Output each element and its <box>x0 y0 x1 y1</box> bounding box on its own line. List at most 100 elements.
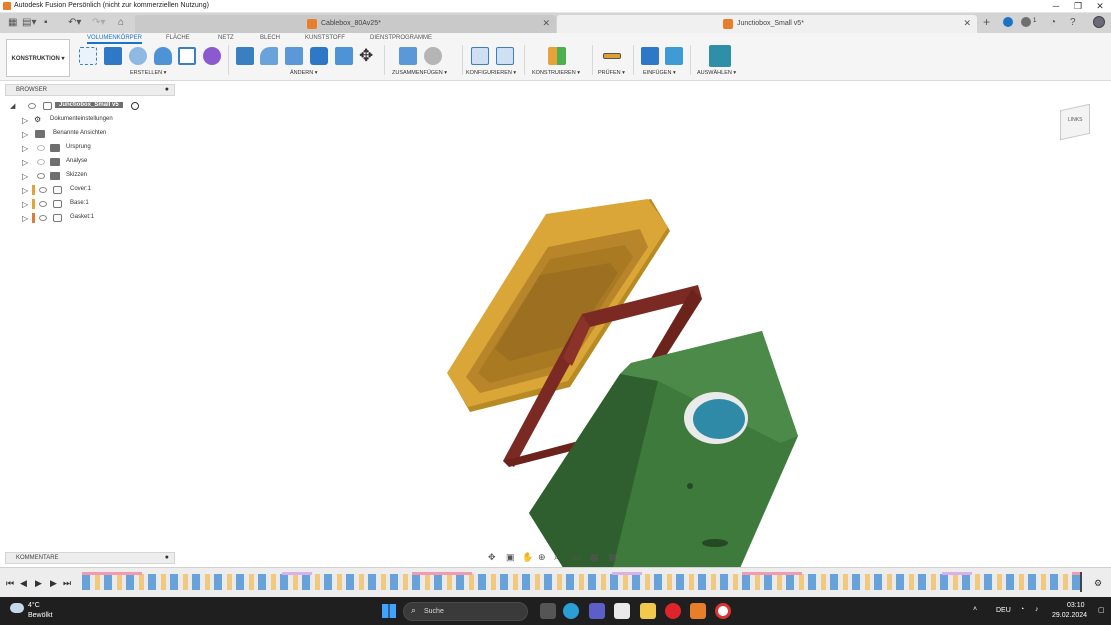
expand-triangle-icon[interactable]: ▷ <box>22 116 28 125</box>
maximize-button[interactable]: ❐ <box>1067 0 1089 13</box>
tab-dienstprogramme[interactable]: DIENSTPROGRAMME <box>370 35 432 41</box>
tab-cablebox[interactable]: Cablebox_80Av25* ✕ <box>135 15 556 33</box>
shell-icon[interactable] <box>310 47 328 65</box>
teams-icon[interactable] <box>589 603 605 619</box>
home-icon[interactable]: ⌂ <box>118 17 124 28</box>
browser-panel-header[interactable]: BROWSER ● <box>5 84 175 96</box>
group-auswaehlen[interactable]: AUSWÄHLEN ▾ <box>697 70 736 76</box>
clock-date[interactable]: 29.02.2024 <box>1052 612 1087 619</box>
pattern-icon[interactable] <box>178 47 196 65</box>
group-konstruieren[interactable]: KONSTRUIEREN ▾ <box>532 70 580 76</box>
collapse-triangle-icon[interactable]: ◢ <box>10 102 15 110</box>
new-component-icon[interactable] <box>399 47 417 65</box>
combine-icon[interactable] <box>335 47 353 65</box>
move-icon[interactable]: ✥ <box>359 46 373 66</box>
workspace-selector[interactable]: KONSTRUKTION ▾ <box>6 39 70 77</box>
new-tab-icon[interactable]: + <box>983 15 990 29</box>
tab-kunststoff[interactable]: KUNSTSTOFF <box>305 35 345 41</box>
browser-item-base[interactable]: ▷ Base:1 <box>22 199 172 210</box>
data-panel-icon[interactable] <box>1003 17 1013 27</box>
hole-icon[interactable] <box>129 47 147 65</box>
weather-icon[interactable] <box>10 603 24 613</box>
redo-icon[interactable]: ↷▾ <box>92 17 105 28</box>
close-tab-icon[interactable]: ✕ <box>963 18 971 29</box>
file-menu-icon[interactable]: ▤▾ <box>22 17 36 28</box>
explorer-icon[interactable] <box>640 603 656 619</box>
group-erstellen[interactable]: ERSTELLEN ▾ <box>130 70 166 76</box>
app-grid-icon[interactable]: ▦ <box>8 17 17 28</box>
browser-item-gasket[interactable]: ▷ Gasket:1 <box>22 213 172 224</box>
start-icon[interactable] <box>382 604 396 618</box>
group-zusammenfuegen[interactable]: ZUSAMMENFÜGEN ▾ <box>392 70 447 76</box>
tab-netz[interactable]: NETZ <box>218 35 234 41</box>
timeline-marker[interactable] <box>1080 572 1082 592</box>
clock-time[interactable]: 03:10 <box>1067 602 1085 609</box>
play-icon[interactable]: ▶ <box>35 578 42 589</box>
pan-icon[interactable]: ✋ <box>522 552 533 563</box>
visibility-icon[interactable] <box>39 187 47 193</box>
fillet-icon[interactable] <box>260 47 278 65</box>
minimize-button[interactable]: ─ <box>1045 0 1067 13</box>
avatar[interactable] <box>1093 16 1105 28</box>
visibility-icon[interactable] <box>37 145 45 151</box>
timeline-settings-icon[interactable]: ⚙ <box>1094 578 1102 589</box>
group-konfigurieren[interactable]: KONFIGURIEREN ▾ <box>466 70 516 76</box>
job-status-icon[interactable] <box>1021 17 1031 27</box>
tab-junctiobox[interactable]: Junctiobox_Small v5* ✕ <box>557 15 977 33</box>
revolve-icon[interactable] <box>154 47 172 65</box>
orbit-icon[interactable]: ✥ <box>488 552 496 563</box>
insert-derive-icon[interactable] <box>641 47 659 65</box>
edge-icon[interactable] <box>563 603 579 619</box>
language-indicator[interactable]: DEU <box>996 607 1011 614</box>
close-button[interactable]: ✕ <box>1089 0 1111 13</box>
expand-triangle-icon[interactable]: ▷ <box>22 200 28 209</box>
browser-item-cover[interactable]: ▷ Cover:1 <box>22 185 172 196</box>
expand-triangle-icon[interactable]: ▷ <box>22 172 28 181</box>
step-back-icon[interactable]: ◀ <box>20 578 27 589</box>
volume-icon[interactable]: ♪ <box>1035 606 1039 613</box>
fit-icon[interactable]: ⌕ <box>554 552 559 563</box>
go-to-start-icon[interactable]: ⏮ <box>6 578 14 589</box>
task-view-icon[interactable] <box>540 603 556 619</box>
tab-flaeche[interactable]: FLÄCHE <box>166 35 190 41</box>
press-pull-icon[interactable] <box>236 47 254 65</box>
visibility-icon[interactable] <box>37 159 45 165</box>
expand-triangle-icon[interactable]: ▷ <box>22 130 28 139</box>
joint-icon[interactable] <box>424 47 442 65</box>
group-pruefen[interactable]: PRÜFEN ▾ <box>598 70 625 76</box>
create-sketch-icon[interactable] <box>79 47 97 65</box>
extrude-icon[interactable] <box>104 47 122 65</box>
display-settings-icon[interactable]: ▭ <box>572 552 581 563</box>
group-einfuegen[interactable]: EINFÜGEN ▾ <box>643 70 676 76</box>
browser-item-benannte-ansichten[interactable]: ▷ Benannte Ansichten <box>22 129 172 140</box>
visibility-icon[interactable] <box>39 215 47 221</box>
help-icon[interactable]: ? <box>1070 17 1076 28</box>
grid-settings-icon[interactable]: ▦ <box>590 552 599 563</box>
opera-icon[interactable] <box>665 603 681 619</box>
zoom-icon[interactable]: ⊕ <box>538 552 546 563</box>
tab-blech[interactable]: BLECH <box>260 35 280 41</box>
browser-item-analyse[interactable]: ▷ Analyse <box>22 157 172 168</box>
notification-center-icon[interactable]: ▢ <box>1098 606 1105 614</box>
offset-plane-icon[interactable] <box>548 47 566 65</box>
comments-panel-header[interactable]: KOMMENTARE ● <box>5 552 175 564</box>
visibility-icon[interactable] <box>28 103 36 109</box>
expand-triangle-icon[interactable]: ▷ <box>22 144 28 153</box>
select-icon[interactable] <box>709 45 731 67</box>
viewports-icon[interactable]: ▦ <box>608 552 617 563</box>
viewcube[interactable]: LINKS <box>1054 101 1098 141</box>
tab-volumenkoerper[interactable]: VOLUMENKÖRPER <box>87 35 143 44</box>
chrome-icon[interactable] <box>715 603 731 619</box>
notifications-icon[interactable]: ◔ <box>1050 17 1056 28</box>
browser-item-skizzen[interactable]: ▷ Skizzen <box>22 171 172 182</box>
visibility-icon[interactable] <box>37 173 45 179</box>
group-aendern[interactable]: ÄNDERN ▾ <box>290 70 318 76</box>
browser-item-dokumenteinstellungen[interactable]: ▷ ⚙ Dokumenteinstellungen <box>22 115 172 126</box>
chamfer-icon[interactable] <box>285 47 303 65</box>
wifi-icon[interactable]: ◔ <box>1020 606 1024 613</box>
expand-triangle-icon[interactable]: ▷ <box>22 158 28 167</box>
timeline-track[interactable] <box>82 574 1080 590</box>
insert-image-icon[interactable] <box>665 47 683 65</box>
close-tab-icon[interactable]: ✕ <box>542 18 550 29</box>
visibility-icon[interactable] <box>39 201 47 207</box>
